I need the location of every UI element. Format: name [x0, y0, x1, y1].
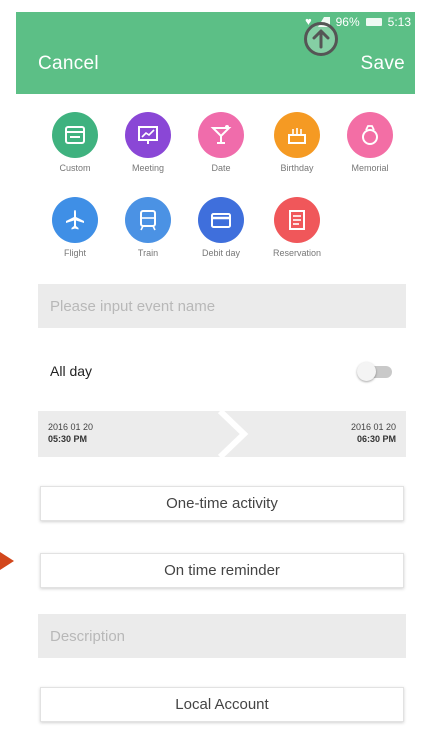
battery-percent: 96%	[335, 15, 360, 29]
category-birthday[interactable]: Birthday	[267, 112, 327, 173]
category-memorial[interactable]: Memorial	[340, 112, 400, 173]
start-date: 2016 01 20	[48, 422, 94, 432]
save-button[interactable]: Save	[360, 53, 405, 75]
date-range-row: 2016 01 20 05:30 PM 2016 01 20 06:30 PM	[38, 411, 406, 457]
cocktail-icon	[198, 112, 244, 158]
category-date[interactable]: Date	[191, 112, 251, 173]
start-datetime[interactable]: 2016 01 20 05:30 PM	[48, 421, 93, 445]
category-label: Memorial	[351, 163, 389, 173]
card-icon	[198, 197, 244, 243]
category-label: Date	[211, 163, 231, 173]
presentation-icon	[125, 112, 171, 158]
upload-arrow-icon	[304, 22, 338, 56]
airplane-icon	[52, 197, 98, 243]
end-date: 2016 01 20	[350, 422, 396, 432]
app-header: Cancel Save	[16, 34, 415, 94]
receipt-icon	[274, 197, 320, 243]
all-day-label: All day	[50, 363, 93, 379]
battery-icon	[365, 18, 382, 26]
category-label: Custom	[59, 163, 91, 173]
end-time: 06:30 PM	[356, 434, 396, 444]
category-label: Birthday	[280, 163, 314, 173]
event-name-input[interactable]	[38, 284, 406, 328]
repeat-button[interactable]: One-time activity	[40, 486, 404, 521]
chevron-right-icon	[217, 411, 249, 457]
description-input[interactable]	[38, 614, 406, 658]
phone-screen: ♥ 96% 5:13 Cancel Save Custom Meeting Da…	[16, 12, 415, 742]
window-icon	[52, 112, 98, 158]
category-label: Train	[137, 248, 159, 258]
toggle-knob	[357, 362, 376, 381]
category-label: Debit day	[201, 248, 241, 258]
category-label: Reservation	[272, 248, 322, 258]
category-custom[interactable]: Custom	[45, 112, 105, 173]
category-meeting[interactable]: Meeting	[118, 112, 178, 173]
category-reservation[interactable]: Reservation	[267, 197, 327, 258]
pointer-arrow-annotation	[0, 552, 14, 570]
ring-icon	[347, 112, 393, 158]
cancel-button[interactable]: Cancel	[38, 53, 99, 75]
reminder-button[interactable]: On time reminder	[40, 553, 404, 588]
status-bar: ♥ 96% 5:13	[16, 12, 415, 34]
train-icon	[125, 197, 171, 243]
clock: 5:13	[387, 15, 411, 29]
category-train[interactable]: Train	[118, 197, 178, 258]
category-label: Flight	[63, 248, 86, 258]
end-datetime[interactable]: 2016 01 20 06:30 PM	[351, 421, 396, 445]
category-flight[interactable]: Flight	[45, 197, 105, 258]
all-day-toggle[interactable]	[357, 362, 395, 381]
category-label: Meeting	[131, 163, 165, 173]
start-time: 05:30 PM	[48, 434, 88, 444]
account-button[interactable]: Local Account	[40, 687, 404, 722]
cake-icon	[274, 112, 320, 158]
category-debit-day[interactable]: Debit day	[191, 197, 251, 258]
